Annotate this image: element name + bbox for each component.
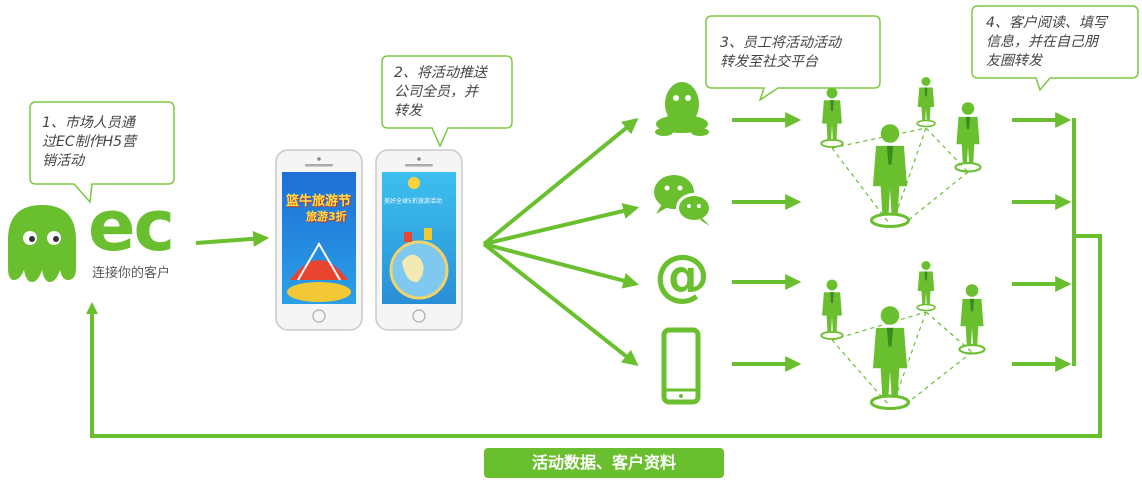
bubble-step3-text: 3、员工将活动活动 转发至社交平台 [720, 35, 841, 70]
feedback-loop [90, 118, 1102, 438]
phone-left [275, 149, 363, 331]
arrow-ec-to-phones [195, 230, 270, 247]
email-at-icon: @ [654, 243, 710, 308]
wechat-icon [654, 175, 712, 226]
people-group-lower [820, 260, 986, 411]
people-to-bar-arrows [1012, 112, 1072, 372]
bubble-step1-text: 1、市场人员通 过EC制作H5营 销活动 [42, 115, 137, 169]
svg-text:@: @ [654, 243, 710, 308]
bubble-step4-text: 4、客户阅读、填写 信息，并在自己朋 友圈转发 [986, 15, 1107, 69]
platform-to-people-arrows [732, 112, 802, 372]
phone-right [375, 149, 463, 331]
ec-octopus-logo [8, 205, 76, 282]
feedback-arrowhead [86, 302, 98, 314]
diagram-canvas: @ 1、市场人员通 过EC制作H5营 销活动 2、将活动推送 公司全员，并 转发… [0, 0, 1142, 479]
bubble-step2-text: 2、将活动推送 公司全员，并 转发 [394, 65, 487, 119]
fan-arrows [482, 117, 640, 366]
left-poster-title: 篮牛旅游节 [286, 194, 352, 209]
mobile-phone-icon [661, 327, 701, 405]
activity-data-label: 活动数据、客户资料 [484, 448, 724, 478]
right-poster-text: 美好全球5折旅游活动 [384, 198, 442, 205]
people-group-upper [820, 76, 982, 229]
ec-brand-wordmark: ec [88, 185, 175, 267]
qq-icon [655, 82, 709, 136]
ec-tagline: 连接你的客户 [92, 266, 171, 281]
left-poster-subtitle: 旅游3折 [306, 210, 347, 223]
